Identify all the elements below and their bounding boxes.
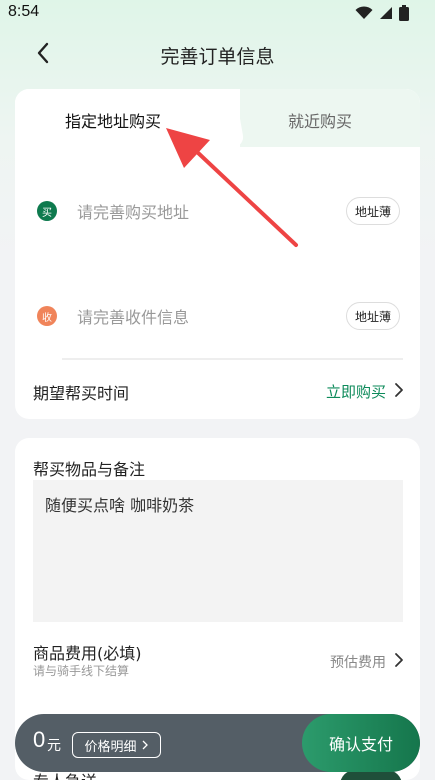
wifi-icon: [355, 6, 373, 19]
status-icons: [355, 5, 409, 21]
receive-badge: 收: [37, 306, 57, 326]
battery-icon: [399, 5, 409, 21]
confirm-pay-button[interactable]: 确认支付: [302, 714, 420, 772]
expected-time-label: 期望帮买时间: [33, 384, 130, 403]
chevron-right-icon: [395, 653, 403, 667]
price-amount: 0: [33, 727, 46, 752]
address-card: 指定地址购买 就近购买 买 请完善购买地址 地址薄 收 请完善收件信息 地址薄 …: [15, 89, 420, 419]
chevron-right-icon: [395, 383, 403, 397]
divider: [62, 358, 403, 360]
receive-address-row[interactable]: 收 请完善收件信息 地址薄: [15, 296, 420, 336]
fee-label: 商品费用(必填): [33, 644, 142, 663]
receive-address-book-button[interactable]: 地址薄: [346, 302, 400, 330]
signal-icon: [380, 7, 392, 19]
items-text: 随便买点啥 咖啡奶茶: [45, 496, 195, 515]
fee-sublabel: 请与骑手线下结算: [33, 664, 130, 678]
buy-address-book-button[interactable]: 地址薄: [346, 197, 400, 225]
expected-time-row[interactable]: 期望帮买时间 立即购买: [15, 369, 420, 413]
items-label: 帮买物品与备注: [33, 460, 146, 479]
receive-address-placeholder[interactable]: 请完善收件信息: [77, 304, 189, 328]
nav-bar: 完善订单信息: [0, 28, 435, 80]
items-textarea[interactable]: 随便买点啥 咖啡奶茶: [33, 480, 403, 622]
buy-address-row[interactable]: 买 请完善购买地址 地址薄: [15, 191, 420, 231]
status-bar: 8:54: [0, 0, 435, 28]
fee-estimate-button[interactable]: 预估费用: [330, 652, 386, 672]
price-unit: 元: [47, 738, 61, 754]
page-title: 完善订单信息: [160, 46, 275, 68]
status-time: 8:54: [8, 3, 40, 20]
chevron-right-icon: [142, 740, 148, 750]
expected-time-value[interactable]: 立即购买: [326, 381, 386, 402]
tab-nearby[interactable]: 就近购买: [288, 108, 352, 132]
tab-specified-address[interactable]: 指定地址购买: [65, 108, 161, 132]
buy-address-placeholder[interactable]: 请完善购买地址: [77, 199, 189, 223]
bottom-pay-bar: 0 元 价格明细 确认支付: [15, 714, 420, 772]
price-detail-label: 价格明细: [84, 739, 137, 755]
price-detail-button[interactable]: 价格明细: [72, 732, 161, 758]
buy-badge: 买: [37, 201, 57, 221]
